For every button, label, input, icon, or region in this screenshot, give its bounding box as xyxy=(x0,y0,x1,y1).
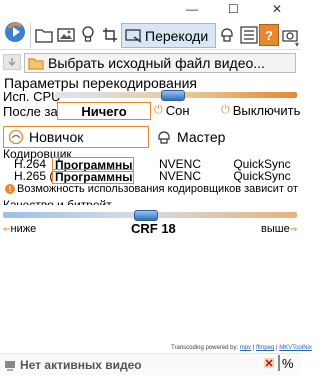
novice-mode-button[interactable]: Новичок xyxy=(3,126,149,148)
after-shutdown-button[interactable]: ⏻ Выключить xyxy=(219,102,301,118)
power-icon: ⏻ xyxy=(221,103,230,116)
after-nothing-button[interactable]: Ничего xyxy=(57,102,151,120)
powered-by-prefix: Transcoding powered by: xyxy=(171,345,239,351)
status-bar: Нет активных видео % xyxy=(0,353,301,375)
progress-bar xyxy=(278,355,280,371)
toolbar-separator xyxy=(30,23,31,47)
video-queue-icon xyxy=(4,358,16,376)
ffmpeg-link[interactable]: ffmpeg xyxy=(256,345,274,351)
after-nothing-label: Ничего xyxy=(81,103,127,119)
toolbar-divider xyxy=(0,49,301,50)
encoder-software-label: Программный xyxy=(55,169,134,184)
crf-low-text: ниже xyxy=(10,223,37,235)
after-label: После зав xyxy=(3,104,65,119)
master-icon xyxy=(156,129,172,145)
overflow-chevron-icon[interactable]: ▾ xyxy=(295,40,299,49)
title-bar: — ☐ ✕ xyxy=(0,0,301,20)
encoder-quicksync-label: QuickSync xyxy=(233,168,291,183)
lightbulb-tab-icon[interactable] xyxy=(77,24,99,46)
arrow-left-icon: ⇐ xyxy=(3,224,11,234)
info-text: Возможность использования кодировщиков з… xyxy=(17,183,298,195)
encoder-row-codec: H.265 ( xyxy=(14,169,54,183)
help-button[interactable]: ? xyxy=(259,24,279,46)
crf-low-label: ⇐ниже xyxy=(3,223,36,235)
novice-icon xyxy=(8,129,24,145)
select-source-file-button[interactable]: Выбрать исходный файл видео... xyxy=(24,53,296,73)
tab-transcode[interactable]: Перекоди xyxy=(121,23,216,48)
encoder-software-h265[interactable]: Программный xyxy=(52,169,134,184)
after-sleep-button[interactable]: ⏻ Сон xyxy=(152,102,215,118)
tab-transcode-label: Перекоди xyxy=(145,27,209,44)
powered-by: Transcoding powered by: mpv | ffmpeg | M… xyxy=(171,345,312,351)
folder-tab-icon[interactable] xyxy=(33,24,55,46)
crf-high-text: выше xyxy=(261,223,290,235)
minimize-button[interactable]: — xyxy=(186,2,198,16)
novice-mode-label: Новичок xyxy=(29,129,84,145)
hat-tab-icon[interactable] xyxy=(216,24,238,46)
cpu-slider-thumb[interactable] xyxy=(160,90,185,101)
crf-value-label: CRF 18 xyxy=(131,221,176,236)
after-shutdown-label: Выключить xyxy=(232,102,301,118)
settings-tab-icon[interactable] xyxy=(238,24,260,46)
transcode-tab-icon xyxy=(125,28,143,44)
master-mode-label: Мастер xyxy=(177,129,226,145)
encoder-nvenc-label: NVENC xyxy=(158,168,201,183)
crf-slider-thumb[interactable] xyxy=(133,210,158,221)
app-logo-icon xyxy=(3,18,27,44)
encoder-nvenc-h265[interactable]: NVENC xyxy=(157,168,203,183)
master-mode-button[interactable]: Мастер xyxy=(151,126,298,148)
crf-high-label: выше⇒ xyxy=(261,223,297,235)
close-button[interactable]: ✕ xyxy=(272,2,282,16)
download-icon[interactable] xyxy=(3,54,21,70)
quality-label: Качество и битрейт xyxy=(3,198,112,205)
arrow-right-icon: ⇒ xyxy=(289,224,298,234)
picture-tab-icon[interactable] xyxy=(55,24,77,46)
status-text: Нет активных видео xyxy=(20,358,142,372)
mpv-link[interactable]: mpv xyxy=(240,345,251,351)
sleep-icon: ⏻ xyxy=(154,103,163,116)
select-source-file-label: Выбрать исходный файл видео... xyxy=(48,55,265,71)
folder-icon xyxy=(28,57,44,70)
progress-percent: % xyxy=(282,356,294,371)
help-label: ? xyxy=(265,27,273,43)
cpu-label: Исп. CPU xyxy=(3,89,61,104)
encoder-quicksync-h265[interactable]: QuickSync xyxy=(232,168,292,183)
stop-icon[interactable] xyxy=(262,356,276,370)
mkvtoolnix-link[interactable]: MKVToolNix xyxy=(279,345,312,351)
after-sleep-label: Сон xyxy=(165,102,190,118)
info-icon: ! xyxy=(5,184,15,194)
maximize-button[interactable]: ☐ xyxy=(228,2,239,16)
crop-tab-icon[interactable] xyxy=(99,24,121,46)
